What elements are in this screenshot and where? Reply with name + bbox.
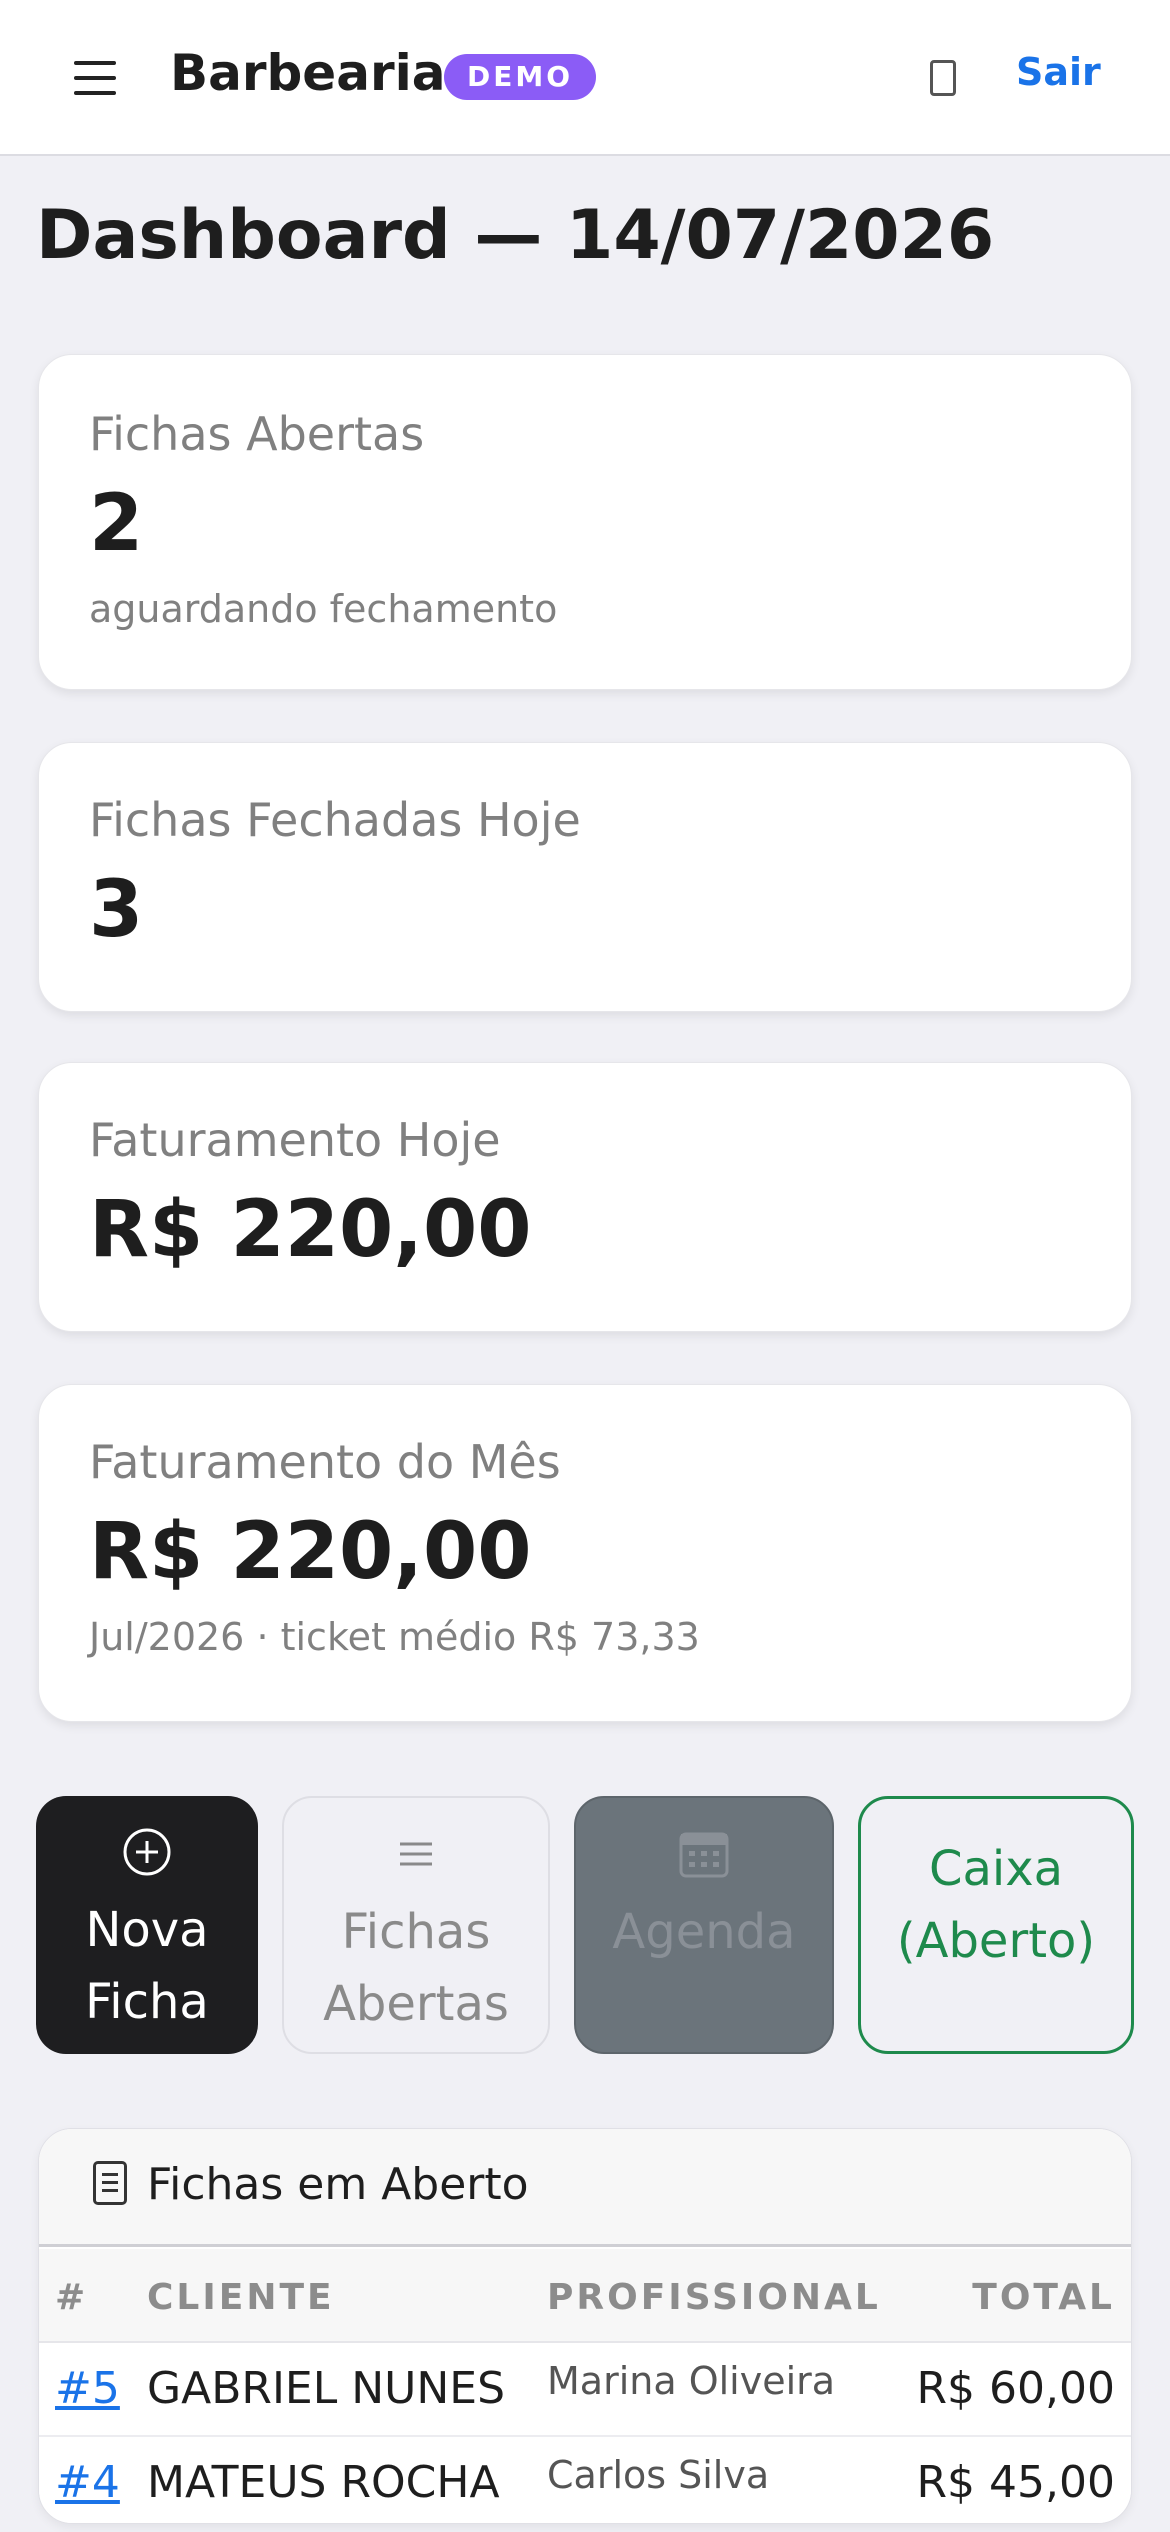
moon-icon[interactable]: [930, 60, 956, 96]
document-icon: [93, 2161, 127, 2205]
list-icon: [284, 1828, 548, 1880]
column-headers: # CLIENTE PROFISSIONAL TOTAL: [39, 2249, 1131, 2343]
card-value: 2: [89, 479, 144, 569]
client-name: MATEUS ROCHA: [147, 2457, 500, 2508]
open-tickets-card: Fichas Abertas 2 aguardando fechamento: [38, 354, 1132, 690]
open-tickets-label: Fichas Abertas: [323, 1904, 509, 2032]
col-total: TOTAL: [972, 2277, 1115, 2318]
ticket-id-link[interactable]: #4: [55, 2457, 120, 2508]
agenda-label: Agenda: [612, 1904, 796, 1960]
page-title: Dashboard — 14/07/2026: [36, 196, 995, 275]
demo-badge: DEMO: [444, 54, 596, 100]
col-client: CLIENTE: [147, 2277, 335, 2318]
professional-name: Carlos Silva: [547, 2453, 770, 2497]
plus-circle-icon: [36, 1826, 258, 1878]
revenue-today-card: Faturamento Hoje R$ 220,00: [38, 1062, 1132, 1332]
open-tickets-button[interactable]: Fichas Abertas: [282, 1796, 550, 2054]
professional-name: Marina Oliveira: [547, 2359, 836, 2403]
table-row[interactable]: #5 GABRIEL NUNES Marina Oliveira R$ 60,0…: [39, 2345, 1131, 2437]
calendar-icon: [576, 1828, 832, 1880]
card-value: 3: [89, 865, 144, 955]
ticket-id-link[interactable]: #5: [55, 2363, 120, 2414]
ticket-total: R$ 45,00: [916, 2457, 1115, 2508]
card-label: Fichas Fechadas Hoje: [89, 793, 581, 847]
brand-name: Barbearia: [170, 44, 446, 102]
card-sub: Jul/2026 · ticket médio R$ 73,33: [89, 1615, 700, 1659]
new-ticket-label: Nova Ficha: [85, 1902, 209, 2030]
client-name: GABRIEL NUNES: [147, 2363, 505, 2414]
closed-today-card: Fichas Fechadas Hoje 3: [38, 742, 1132, 1012]
table-header: Fichas em Aberto: [39, 2129, 1131, 2247]
cashier-label: Caixa (Aberto): [896, 1841, 1096, 1969]
col-professional: PROFISSIONAL: [547, 2277, 881, 2318]
menu-icon[interactable]: [74, 59, 120, 97]
card-label: Faturamento Hoje: [89, 1113, 501, 1167]
ticket-total: R$ 60,00: [916, 2363, 1115, 2414]
logout-link[interactable]: Sair: [1016, 50, 1101, 94]
card-sub: aguardando fechamento: [89, 587, 558, 631]
table-row[interactable]: #4 MATEUS ROCHA Carlos Silva R$ 45,00: [39, 2439, 1131, 2523]
card-label: Faturamento do Mês: [89, 1435, 561, 1489]
card-value: R$ 220,00: [89, 1185, 532, 1275]
card-value: R$ 220,00: [89, 1507, 532, 1597]
agenda-button[interactable]: Agenda: [574, 1796, 834, 2054]
open-tickets-table: Fichas em Aberto # CLIENTE PROFISSIONAL …: [38, 2128, 1132, 2524]
revenue-month-card: Faturamento do Mês R$ 220,00 Jul/2026 · …: [38, 1384, 1132, 1722]
card-label: Fichas Abertas: [89, 407, 425, 461]
cashier-button[interactable]: Caixa (Aberto): [858, 1796, 1134, 2054]
new-ticket-button[interactable]: Nova Ficha: [36, 1796, 258, 2054]
col-id: #: [55, 2277, 89, 2318]
top-bar: Barbearia DEMO Sair: [0, 0, 1170, 156]
table-title: Fichas em Aberto: [147, 2159, 529, 2210]
